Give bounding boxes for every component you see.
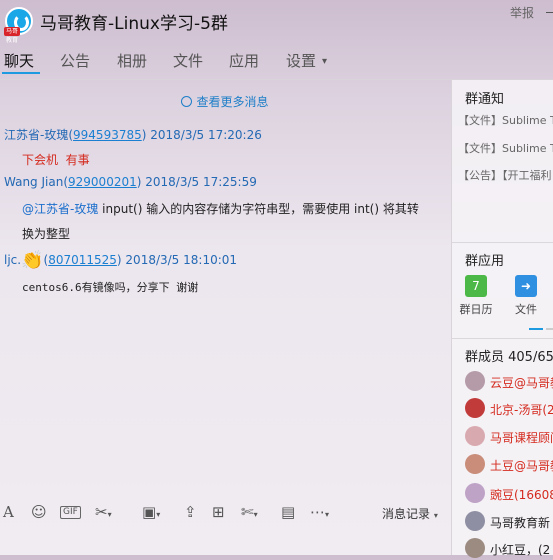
- settings-dropdown-icon[interactable]: ▾: [322, 56, 327, 67]
- screenshot-icon[interactable]: ✂▾: [95, 504, 112, 523]
- tab-announcement[interactable]: 公告: [60, 50, 90, 71]
- avatar: [465, 483, 485, 503]
- avatar: [465, 511, 485, 531]
- member-name: 云豆@马哥教: [490, 376, 553, 390]
- emoji-icon[interactable]: ☺: [31, 504, 47, 520]
- gift-icon[interactable]: ⊞: [212, 504, 225, 520]
- app-label: 群日历: [459, 303, 493, 316]
- member-name: 豌豆(16608: [490, 488, 553, 502]
- group-members-title: 群成员 405/65: [465, 350, 553, 365]
- logo-badge: 马哥教育: [4, 27, 20, 44]
- message-text: input() 输入的内容存储为字符串型，需要使用 int() 将其转: [98, 202, 419, 216]
- upload-icon[interactable]: ⇪: [184, 504, 197, 520]
- clap-emoji-icon: 👏: [21, 250, 44, 271]
- panel-separator: [452, 242, 553, 243]
- avatar: [465, 538, 485, 558]
- apps-page-indicator: [546, 328, 553, 330]
- tab-apps[interactable]: 应用: [229, 50, 259, 71]
- sender-name[interactable]: ljc.: [4, 253, 21, 267]
- chat-area: 查看更多消息 江苏省-玫瑰(994593785) 2018/3/5 17:20:…: [0, 80, 450, 500]
- app-calendar[interactable]: 7 群日历: [456, 275, 496, 317]
- mention-link[interactable]: @江苏省-玫瑰: [22, 202, 98, 216]
- tab-settings[interactable]: 设置: [286, 50, 316, 71]
- notice-item[interactable]: 【公告】【开工福利: [458, 167, 552, 183]
- view-more-messages[interactable]: 查看更多消息: [0, 93, 450, 110]
- message-time: 2018/3/5 17:20:26: [150, 128, 262, 142]
- sender-qq[interactable]: 807011525: [48, 253, 117, 267]
- tab-album[interactable]: 相册: [117, 50, 147, 71]
- avatar: [465, 398, 485, 418]
- gif-icon[interactable]: GIF: [60, 506, 81, 519]
- message-text: 有事: [65, 153, 90, 167]
- avatar: [465, 454, 485, 474]
- message-body-continued: 换为整型: [22, 227, 71, 241]
- sender-name[interactable]: Wang Jian: [4, 175, 63, 189]
- member-name: 北京-汤哥(2: [490, 403, 553, 417]
- message-header: ljc.👏(807011525) 2018/3/5 18:10:01: [4, 250, 238, 271]
- view-more-label: 查看更多消息: [196, 95, 269, 109]
- history-label: 消息记录: [382, 507, 431, 521]
- clock-icon: [181, 96, 193, 107]
- member-name: 小红豆，(2: [490, 543, 551, 557]
- scissors-icon[interactable]: ✄▾: [241, 504, 258, 523]
- message-text: 下会机: [22, 153, 59, 167]
- panel-separator: [452, 338, 553, 339]
- avatar: [465, 371, 485, 391]
- input-toolbar: A ☺ GIF ✂▾ ▣▾ ⇪ ⊞ ✄▾ ▤ ⋯▾ 消息记录 ▾: [0, 498, 450, 528]
- calendar-icon: 7: [465, 275, 487, 297]
- image-icon[interactable]: ▣▾: [142, 504, 160, 523]
- message-header: Wang Jian(929000201) 2018/3/5 17:25:59: [4, 175, 257, 189]
- message-time: 2018/3/5 17:25:59: [145, 175, 257, 189]
- right-panel: 群通知 【文件】Sublime Te 【文件】Sublime Te 【公告】【开…: [452, 80, 553, 558]
- message-body: 下会机 有事: [22, 151, 90, 168]
- notepad-icon[interactable]: ▤: [281, 504, 295, 520]
- app-files[interactable]: ➜ 文件: [506, 275, 546, 317]
- sender-name[interactable]: 江苏省-玫瑰: [4, 128, 68, 142]
- app-label: 文件: [515, 303, 537, 316]
- notice-item[interactable]: 【文件】Sublime Te: [458, 140, 553, 156]
- message-time: 2018/3/5 18:10:01: [125, 253, 238, 267]
- member-name: 马哥教育新: [490, 516, 551, 530]
- notice-item[interactable]: 【文件】Sublime Te: [458, 112, 553, 128]
- minimize-icon[interactable]: [546, 12, 553, 13]
- apps-page-indicator: [529, 328, 543, 330]
- font-icon[interactable]: A: [3, 504, 14, 520]
- message-history-button[interactable]: 消息记录 ▾: [382, 505, 438, 522]
- member-name: 土豆@马哥教: [490, 459, 553, 473]
- member-name: 马哥课程顾问: [490, 431, 553, 445]
- active-tab-indicator: [2, 72, 40, 74]
- tab-files[interactable]: 文件: [173, 50, 203, 71]
- message-body: centos6.6有镜像吗，分享下 谢谢: [22, 281, 199, 294]
- sender-qq[interactable]: 994593785: [73, 128, 142, 142]
- file-icon: ➜: [515, 275, 537, 297]
- group-notice-title: 群通知: [465, 92, 505, 107]
- tab-bar: 聊天 公告 相册 文件 应用 设置 ▾: [0, 44, 450, 76]
- more-tools-icon[interactable]: ⋯▾: [310, 504, 329, 523]
- message-header: 江苏省-玫瑰(994593785) 2018/3/5 17:20:26: [4, 128, 262, 142]
- message-body: @江苏省-玫瑰 input() 输入的内容存储为字符串型，需要使用 int() …: [22, 200, 419, 217]
- tab-chat[interactable]: 聊天: [4, 50, 34, 71]
- group-apps-title: 群应用: [465, 254, 505, 269]
- group-title: 马哥教育-Linux学习-5群: [40, 14, 228, 34]
- report-link[interactable]: 举报: [510, 4, 534, 21]
- sender-qq[interactable]: 929000201: [68, 175, 137, 189]
- avatar: [465, 426, 485, 446]
- title-bar: 马哥教育 马哥教育-Linux学习-5群 举报: [0, 0, 553, 44]
